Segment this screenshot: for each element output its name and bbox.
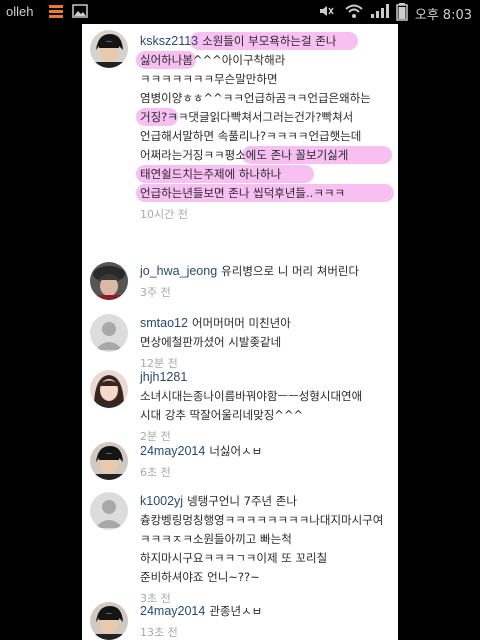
comment-body: ksksz2113 소원들이 부모욕하는걸 존나 싫어하나봄^^^아이구착해라 ㅋ… — [140, 32, 392, 224]
comment-body: k1002yj 넹탱구언니 7주년 존나 츙캉벵링멍칭행영ㅋㅋㅋㅋㅋㅋㅋㅋ나대지마… — [140, 492, 392, 608]
comment-time: 3주 전 — [140, 286, 171, 299]
battery-icon — [396, 3, 408, 21]
comment-username[interactable]: 24may2014 — [140, 444, 205, 458]
avatar[interactable] — [90, 370, 128, 408]
comment-item: 24may2014 관종년ㅅㅂ 13초 전 — [82, 600, 398, 640]
avatar[interactable] — [90, 442, 128, 480]
gallery-icon — [72, 3, 88, 19]
avatar[interactable] — [90, 262, 128, 300]
avatar[interactable] — [90, 314, 128, 352]
comments-screen: ksksz2113 소원들이 부모욕하는걸 존나 싫어하나봄^^^아이구착해라 ㅋ… — [82, 24, 398, 640]
comment-body: 24may2014 너싫어ㅅㅂ 6초 전 — [140, 442, 392, 482]
comment-time: 10시간 전 — [140, 208, 188, 221]
comment-username[interactable]: 24may2014 — [140, 604, 205, 618]
comment-time: 13초 전 — [140, 626, 178, 639]
comment-item: ksksz2113 소원들이 부모욕하는걸 존나 싫어하나봄^^^아이구착해라 ㅋ… — [82, 28, 398, 221]
comment-username[interactable]: smtao12 — [140, 316, 188, 330]
comment-username[interactable]: jo_hwa_jeong — [140, 264, 217, 278]
comment-item: jo_hwa_jeong 유리병으로 니 머리 쳐버린다 3주 전 — [82, 260, 398, 310]
comment-username[interactable]: ksksz2113 — [140, 34, 198, 48]
signal-icon — [370, 3, 392, 19]
comment-username[interactable]: k1002yj — [140, 494, 183, 508]
comment-item: jhjh1281 소녀시대는종나이름바꿔야함ㅡㅡ성형시대연애 시대 강추 딱잘어… — [82, 366, 398, 443]
comment-time: 6초 전 — [140, 466, 171, 479]
avatar[interactable] — [90, 492, 128, 530]
comment-body: jo_hwa_jeong 유리병으로 니 머리 쳐버린다 3주 전 — [140, 262, 392, 302]
comment-body: smtao12 어머머머머 미친년아 면상에철판까셨어 시발좆같네 12분 전 — [140, 314, 392, 373]
comment-item: k1002yj 넹탱구언니 7주년 존나 츙캉벵링멍칭행영ㅋㅋㅋㅋㅋㅋㅋㅋ나대지마… — [82, 490, 398, 605]
status-bar: olleh 오후 8:03 — [0, 0, 480, 24]
wifi-icon — [344, 3, 364, 19]
comment-body: 24may2014 관종년ㅅㅂ 13초 전 — [140, 602, 392, 640]
menu-grid-icon — [48, 3, 64, 19]
mute-icon — [318, 3, 334, 19]
comment-body: jhjh1281 소녀시대는종나이름바꿔야함ㅡㅡ성형시대연애 시대 강추 딱잘어… — [140, 368, 392, 446]
avatar[interactable] — [90, 602, 128, 640]
comment-username[interactable]: jhjh1281 — [140, 370, 187, 384]
carrier-label: olleh — [6, 4, 34, 19]
avatar[interactable] — [90, 30, 128, 68]
comment-item: 24may2014 너싫어ㅅㅂ 6초 전 — [82, 440, 398, 492]
clock: 오후 8:03 — [414, 8, 472, 23]
